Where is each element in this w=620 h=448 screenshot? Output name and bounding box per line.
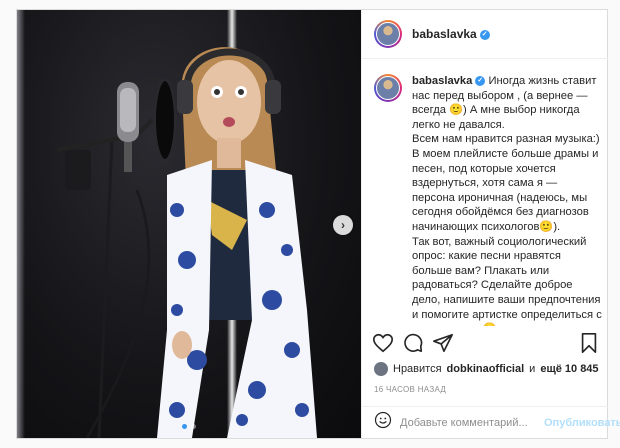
verified-badge-icon: ✓ [479, 29, 490, 40]
share-icon[interactable] [432, 332, 454, 354]
bookmark-icon[interactable] [578, 332, 600, 354]
comment-icon[interactable] [402, 332, 424, 354]
caption-text: babaslavka ✓ Иногда жизнь ставит нас пере… [412, 74, 602, 326]
carousel-next-button[interactable]: › [333, 215, 353, 235]
carousel-dot [182, 424, 187, 429]
chevron-right-icon: › [341, 218, 345, 232]
post-card: › babaslavka ✓ babaslavka ✓ Иногда жизнь с… [16, 9, 620, 439]
post-header: babaslavka ✓ [362, 10, 608, 59]
liker-avatar[interactable] [374, 362, 388, 376]
likes-conjunction: и [529, 363, 536, 375]
post-side-panel: babaslavka ✓ babaslavka ✓ Иногда жизнь ста… [361, 10, 620, 438]
username-text: babaslavka [412, 27, 477, 41]
avatar[interactable] [374, 20, 402, 48]
post-timestamp[interactable]: 16 ЧАСОВ НАЗАД [374, 385, 446, 394]
heart-icon[interactable] [372, 332, 394, 354]
likes-summary: Нравится dobkinaofficial и ещё 10 845 [374, 362, 599, 376]
likes-prefix: Нравится [393, 363, 442, 375]
carousel-indicator [17, 424, 361, 429]
carousel-dot [191, 424, 196, 429]
avatar[interactable] [374, 74, 402, 102]
verified-badge-icon: ✓ [475, 76, 486, 87]
caption-paragraph: Всем нам нравится разная музыка:) В моем… [412, 133, 600, 233]
caption-paragraph: Так вот, важный социологический опрос: к… [412, 235, 602, 326]
post-comment-button[interactable]: Опубликовать [544, 417, 620, 429]
comment-input[interactable] [398, 415, 544, 430]
likes-count[interactable]: ещё 10 845 [540, 363, 598, 375]
emoji-icon[interactable] [374, 411, 392, 434]
action-bar [372, 332, 600, 358]
liker-username[interactable]: dobkinaofficial [447, 363, 525, 375]
post-photo[interactable]: › [17, 10, 361, 438]
caption-username-text: babaslavka [412, 75, 473, 87]
caption-username[interactable]: babaslavka ✓ [412, 75, 486, 87]
comment-form: Опубликовать [362, 406, 620, 438]
username-link[interactable]: babaslavka ✓ [412, 27, 490, 41]
post-caption: babaslavka ✓ Иногда жизнь ставит нас пере… [374, 74, 602, 326]
singer-illustration [56, 47, 317, 438]
